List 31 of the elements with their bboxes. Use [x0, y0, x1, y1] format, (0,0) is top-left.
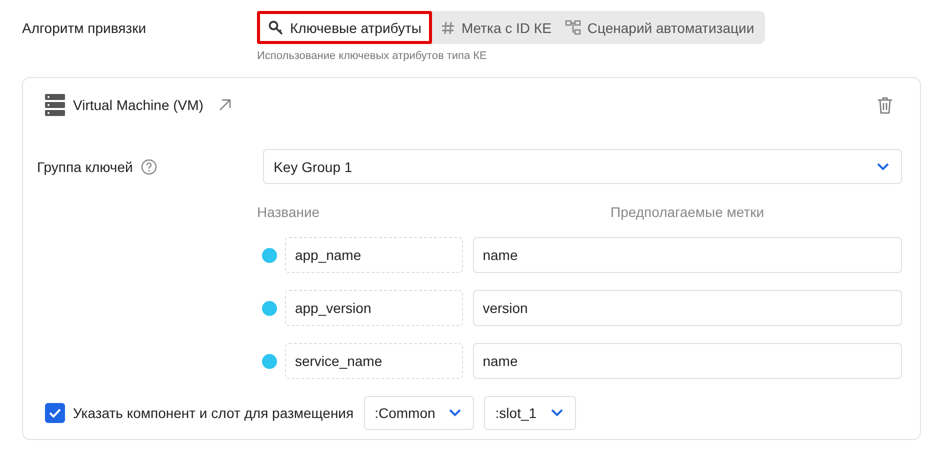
chevron-icon	[877, 162, 889, 170]
trash-icon[interactable]	[878, 96, 892, 114]
dropdown[interactable]: :slot_1	[484, 396, 576, 430]
arrow-icon[interactable]	[219, 99, 232, 111]
chevron-icon	[449, 409, 462, 417]
dropdown[interactable]: Key Group 1	[262, 149, 902, 184]
dropdown[interactable]: :Common	[364, 396, 474, 430]
flowchart-icon	[565, 20, 582, 35]
tab[interactable]: Метка с ID КЕ	[432, 11, 556, 44]
check-icon	[49, 408, 61, 418]
tab[interactable]: Ключевые атрибуты	[257, 11, 432, 44]
checkbox-label: Указать компонент и слот для размещения	[73, 405, 354, 421]
hash-icon	[441, 20, 456, 34]
card-title: Virtual Machine (VM)	[73, 97, 204, 113]
help-icon[interactable]	[140, 158, 157, 174]
column-header: Предполагаемые метки	[610, 204, 766, 220]
name-field: app_name	[284, 237, 463, 273]
name-field: app_version	[284, 290, 463, 326]
chevron-icon	[550, 409, 563, 417]
field-label: Алгоритм привязки	[22, 19, 148, 38]
tab[interactable]: Сценарий автоматизации	[556, 11, 760, 44]
input-field[interactable]: name	[472, 237, 902, 273]
server-icon	[45, 94, 65, 116]
name-field: service_name	[284, 343, 463, 379]
column-header: Название	[257, 204, 321, 220]
field-label: Группа ключей	[37, 158, 133, 174]
input-field[interactable]: version	[472, 290, 902, 326]
key-icon	[268, 20, 284, 36]
input-field[interactable]: name	[472, 343, 902, 379]
checkbox[interactable]	[45, 403, 65, 423]
hint-text: Использование ключевых атрибутов типа КЕ	[257, 50, 488, 62]
